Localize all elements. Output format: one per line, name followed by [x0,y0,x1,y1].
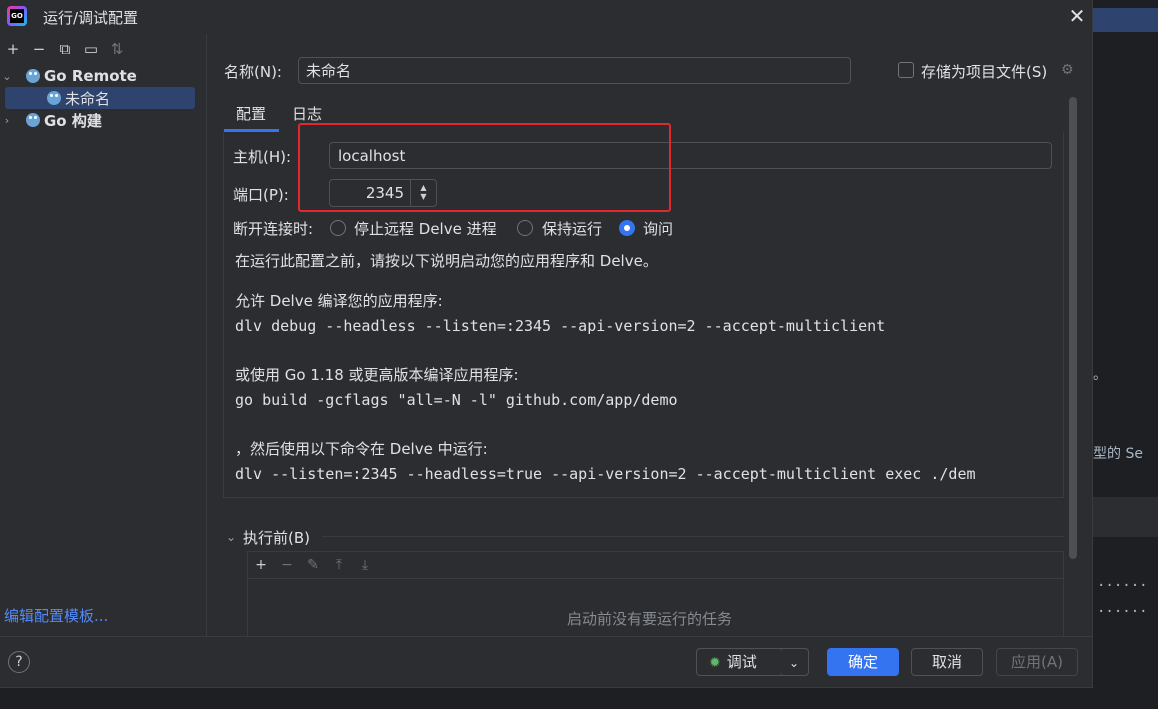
allow-label: 允许 Delve 编译您的应用程序: [235,292,443,310]
tree-item-go-remote[interactable]: ⌄ Go Remote [0,65,200,87]
edit-templates-link[interactable]: 编辑配置模板... [4,605,108,626]
name-label: 名称(N): [224,63,282,81]
dialog-title: 运行/调试配置 [43,9,139,27]
background-selection [1093,8,1158,32]
background-text-line: ...... [1097,600,1148,616]
radio-ask[interactable] [619,220,635,236]
before-launch-label[interactable]: 执行前(B) [243,527,310,548]
disconnect-label: 断开连接时: [233,220,314,238]
tree-item-unnamed[interactable]: 未命名 [5,87,195,109]
radio-keep-running[interactable] [517,220,533,236]
radio-keep-running-label[interactable]: 保持运行 [542,218,602,239]
radio-stop-delve-label[interactable]: 停止远程 Delve 进程 [354,218,497,239]
move-down-icon[interactable]: ⤓ [352,554,378,576]
store-as-project-checkbox[interactable] [898,62,914,78]
ok-button[interactable]: 确定 [827,648,899,676]
chevron-down-icon[interactable]: ⌄ [0,70,14,83]
tab-logs[interactable]: 日志 [292,103,322,124]
folder-icon[interactable]: ▭ [78,38,104,60]
background-highlight-row [1093,497,1158,537]
sort-icon[interactable]: ⇅ [104,38,130,60]
tree-item-label: Go Remote [44,67,137,85]
host-label: 主机(H): [233,148,292,166]
remove-icon[interactable]: − [26,38,52,60]
cancel-button[interactable]: 取消 [911,648,983,676]
port-field[interactable] [330,180,410,206]
gopher-icon [47,91,61,105]
port-stepper: ▲▼ [329,179,437,207]
port-spinner-arrows[interactable]: ▲ ▼ [410,180,436,206]
gopher-icon [26,113,40,127]
tree-item-label: Go 构建 [44,111,102,130]
config-tree-panel: + − ⧉ ▭ ⇅ ⌄ Go Remote 未命名 › Go 构建 编辑配置模板… [0,34,207,636]
background-text-line: 。 [1093,367,1107,383]
bug-icon: ✹ [709,655,721,671]
copy-icon[interactable]: ⧉ [52,38,78,60]
title-bar: GO 运行/调试配置 ✕ [0,0,1093,34]
add-icon[interactable]: + [248,554,274,576]
divider [322,536,1064,537]
goland-logo-icon: GO [7,6,27,26]
then-label: ，然后使用以下命令在 Delve 中运行: [235,440,488,458]
remove-icon[interactable]: − [274,554,300,576]
before-launch-list: + − ✎ ⤒ ⤓ 启动前没有要运行的任务 [247,551,1064,636]
allow-command: dlv debug --headless --listen=:2345 --ap… [235,317,886,335]
name-field[interactable] [298,57,851,84]
add-icon[interactable]: + [0,38,26,60]
close-icon[interactable]: ✕ [1066,5,1088,27]
chevron-down-icon: ⌄ [788,656,800,670]
radio-stop-delve[interactable] [330,220,346,236]
chevron-right-icon[interactable]: › [0,114,14,127]
or-command: go build -gcflags "all=-N -l" github.com… [235,391,678,409]
run-debug-config-dialog: GO 运行/调试配置 ✕ + − ⧉ ▭ ⇅ ⌄ Go Remote 未命名 ›… [0,0,1093,688]
debug-dropdown-button[interactable]: ⌄ [780,648,809,676]
background-text-line: ...... [1097,574,1148,590]
port-label: 端口(P): [233,186,289,204]
gear-icon[interactable]: ⚙ [1061,62,1074,78]
instructions-text: 在运行此配置之前，请按以下说明启动您的应用程序和 Delve。 [235,252,658,270]
move-up-icon[interactable]: ⤒ [326,554,352,576]
radio-ask-label[interactable]: 询问 [643,218,673,239]
background-editor: 。 型的 Se ...... ...... [1093,0,1158,709]
edit-icon[interactable]: ✎ [300,554,326,576]
store-as-project-label: 存储为项目文件(S) [921,63,1048,81]
host-field[interactable] [329,142,1052,169]
help-button[interactable]: ? [8,651,30,673]
tree-item-label: 未命名 [65,89,111,108]
apply-button[interactable]: 应用(A) [996,648,1078,676]
before-launch-toolbar: + − ✎ ⤒ ⤓ [248,554,378,576]
gopher-icon [26,69,40,83]
tab-config[interactable]: 配置 [236,103,266,124]
footer-divider [0,636,1093,637]
chevron-down-icon[interactable]: ⌄ [226,530,236,544]
empty-list-text: 启动前没有要运行的任务 [567,610,733,628]
divider [248,578,1063,579]
background-text-line: 型的 Se [1093,446,1143,462]
then-command: dlv --listen=:2345 --headless=true --api… [235,465,976,483]
debug-label: 调试 [726,653,757,671]
or-label: 或使用 Go 1.18 或更高版本编译应用程序: [235,366,519,384]
tree-toolbar: + − ⧉ ▭ ⇅ [0,38,130,60]
vertical-scrollbar[interactable] [1069,97,1077,559]
tree-item-go-build[interactable]: › Go 构建 [0,109,200,131]
